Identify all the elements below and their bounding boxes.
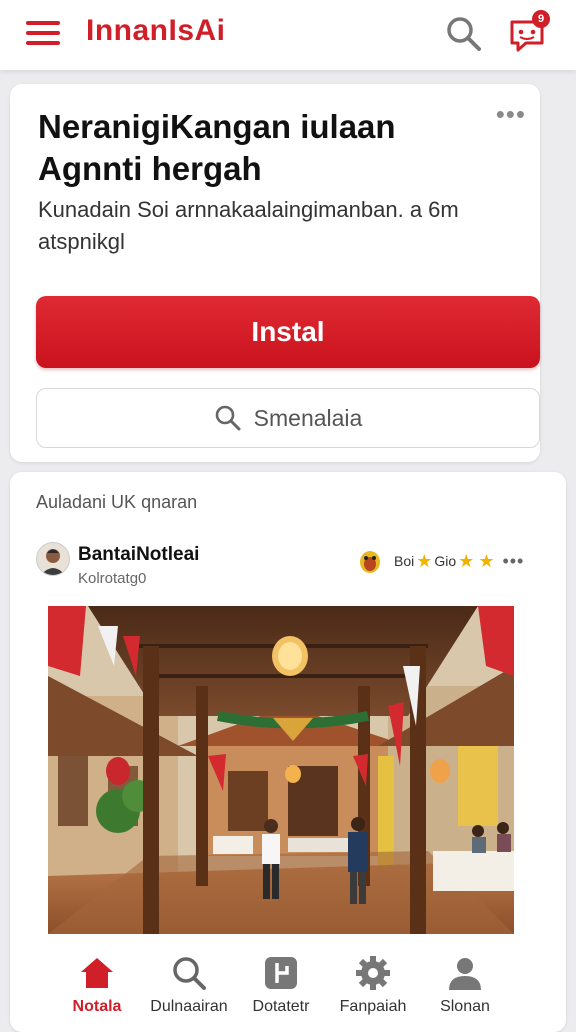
post-author[interactable]: BantaiNotleai (78, 544, 199, 566)
top-app-bar: InnanIsAi 9 (0, 0, 576, 70)
promo-description: Kunadain Soi arnnakaalaingimanban. a 6m … (38, 197, 459, 254)
post-meta-value-1: Boi (394, 553, 415, 569)
search-button[interactable]: Smenalaia (36, 388, 540, 448)
user-icon (449, 958, 481, 990)
notification-badge: 9 (532, 10, 550, 28)
install-promo-card: ••• NeranigiKangan iulaan Agnnti hergah … (10, 84, 540, 462)
nav-profile[interactable]: Slonan (420, 934, 510, 1024)
more-options-icon[interactable]: ••• (496, 101, 526, 127)
star-icon: ★ (458, 550, 475, 571)
post-subtitle: Kolrotatg0 (78, 570, 147, 587)
mascot-icon (360, 551, 380, 573)
star-icon: ★ (478, 550, 495, 571)
more-options-icon[interactable]: ••• (502, 551, 524, 572)
nav-bookmarks-label: Dotatetr (252, 998, 310, 1015)
install-button[interactable]: Instal (36, 296, 540, 368)
nav-search-label: Dulnaairan (150, 998, 228, 1015)
chat-button[interactable]: 9 (508, 10, 550, 56)
menu-icon[interactable] (26, 21, 60, 49)
section-label: Auladani UK qnaran (36, 492, 198, 512)
promo-title: NeranigiKangan iulaan Agnnti hergah (38, 108, 396, 187)
nav-settings-label: Fanpaiah (339, 998, 407, 1015)
bookmark-icon (265, 957, 297, 989)
search-icon (215, 405, 241, 431)
home-icon (81, 958, 113, 988)
nav-settings[interactable]: Fanpaiah (328, 934, 418, 1024)
search-icon (173, 957, 206, 990)
star-icon: ★ (416, 550, 433, 571)
nav-search[interactable]: Dulnaairan (144, 934, 234, 1024)
post-meta: Boi ★ Gio ★ ★ ••• (358, 548, 524, 574)
nav-bookmarks[interactable]: Dotatetr (236, 934, 326, 1024)
nav-profile-label: Slonan (440, 998, 490, 1015)
search-icon[interactable] (444, 14, 484, 54)
app-logo: InnanIsAi (86, 14, 226, 47)
nav-home-label: Notala (72, 998, 122, 1015)
search-button-label: Smenalaia (253, 404, 363, 431)
bottom-navigation: Notala Dulnaairan Dotatetr Fanpaiah Slon… (46, 934, 516, 1024)
avatar[interactable] (36, 542, 70, 576)
gear-icon (356, 956, 390, 990)
post-photo[interactable] (48, 606, 514, 934)
nav-home[interactable]: Notala (52, 934, 142, 1024)
post-meta-value-2: Gio (434, 553, 457, 569)
